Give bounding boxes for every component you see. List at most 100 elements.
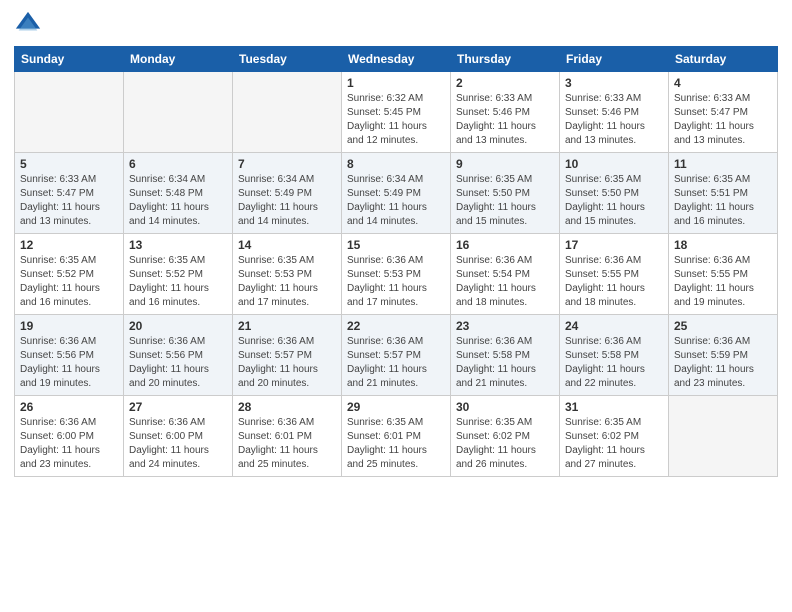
day-cell: 25 Sunrise: 6:36 AM Sunset: 5:59 PM Dayli…: [669, 315, 778, 396]
day-cell: 19 Sunrise: 6:36 AM Sunset: 5:56 PM Dayli…: [15, 315, 124, 396]
weekday-thursday: Thursday: [451, 47, 560, 72]
day-info: Sunrise: 6:36 AM Sunset: 5:59 PM Dayligh…: [674, 335, 772, 391]
day-cell: 24 Sunrise: 6:36 AM Sunset: 5:58 PM Dayli…: [560, 315, 669, 396]
day-cell: 10 Sunrise: 6:35 AM Sunset: 5:50 PM Dayli…: [560, 153, 669, 234]
day-cell: 9 Sunrise: 6:35 AM Sunset: 5:50 PM Daylig…: [451, 153, 560, 234]
day-number: 12: [20, 238, 118, 252]
day-info: Sunrise: 6:33 AM Sunset: 5:47 PM Dayligh…: [674, 92, 772, 148]
day-info: Sunrise: 6:32 AM Sunset: 5:45 PM Dayligh…: [347, 92, 445, 148]
day-cell: 4 Sunrise: 6:33 AM Sunset: 5:47 PM Daylig…: [669, 72, 778, 153]
day-info: Sunrise: 6:33 AM Sunset: 5:47 PM Dayligh…: [20, 173, 118, 229]
day-info: Sunrise: 6:36 AM Sunset: 6:00 PM Dayligh…: [20, 416, 118, 472]
day-cell: 12 Sunrise: 6:35 AM Sunset: 5:52 PM Dayli…: [15, 234, 124, 315]
day-cell: 2 Sunrise: 6:33 AM Sunset: 5:46 PM Daylig…: [451, 72, 560, 153]
week-row-1: 5 Sunrise: 6:33 AM Sunset: 5:47 PM Daylig…: [15, 153, 778, 234]
header: [14, 10, 778, 38]
day-info: Sunrise: 6:36 AM Sunset: 5:54 PM Dayligh…: [456, 254, 554, 310]
day-cell: 23 Sunrise: 6:36 AM Sunset: 5:58 PM Dayli…: [451, 315, 560, 396]
week-row-2: 12 Sunrise: 6:35 AM Sunset: 5:52 PM Dayli…: [15, 234, 778, 315]
day-cell: 16 Sunrise: 6:36 AM Sunset: 5:54 PM Dayli…: [451, 234, 560, 315]
day-number: 8: [347, 157, 445, 171]
day-info: Sunrise: 6:35 AM Sunset: 5:50 PM Dayligh…: [565, 173, 663, 229]
day-info: Sunrise: 6:36 AM Sunset: 6:01 PM Dayligh…: [238, 416, 336, 472]
day-cell: 14 Sunrise: 6:35 AM Sunset: 5:53 PM Dayli…: [233, 234, 342, 315]
day-info: Sunrise: 6:36 AM Sunset: 5:58 PM Dayligh…: [456, 335, 554, 391]
week-row-3: 19 Sunrise: 6:36 AM Sunset: 5:56 PM Dayli…: [15, 315, 778, 396]
page-container: SundayMondayTuesdayWednesdayThursdayFrid…: [0, 0, 792, 487]
day-info: Sunrise: 6:34 AM Sunset: 5:49 PM Dayligh…: [347, 173, 445, 229]
day-number: 28: [238, 400, 336, 414]
day-number: 17: [565, 238, 663, 252]
day-number: 19: [20, 319, 118, 333]
day-cell: [124, 72, 233, 153]
day-cell: [15, 72, 124, 153]
week-row-4: 26 Sunrise: 6:36 AM Sunset: 6:00 PM Dayli…: [15, 396, 778, 477]
day-cell: [233, 72, 342, 153]
day-cell: 6Sunrise: 6:34 AM Sunset: 5:48 PM Daylig…: [124, 153, 233, 234]
day-number: 5: [20, 157, 118, 171]
day-number: 2: [456, 76, 554, 90]
day-number: 9: [456, 157, 554, 171]
day-info: Sunrise: 6:35 AM Sunset: 5:51 PM Dayligh…: [674, 173, 772, 229]
day-info: Sunrise: 6:36 AM Sunset: 5:56 PM Dayligh…: [20, 335, 118, 391]
day-info: Sunrise: 6:35 AM Sunset: 5:53 PM Dayligh…: [238, 254, 336, 310]
day-cell: 30 Sunrise: 6:35 AM Sunset: 6:02 PM Dayli…: [451, 396, 560, 477]
day-info: Sunrise: 6:36 AM Sunset: 5:58 PM Dayligh…: [565, 335, 663, 391]
weekday-wednesday: Wednesday: [342, 47, 451, 72]
day-cell: 20Sunrise: 6:36 AM Sunset: 5:56 PM Dayli…: [124, 315, 233, 396]
day-number: 22: [347, 319, 445, 333]
day-number: 3: [565, 76, 663, 90]
day-number: 4: [674, 76, 772, 90]
day-number: 30: [456, 400, 554, 414]
day-number: 11: [674, 157, 772, 171]
day-number: 14: [238, 238, 336, 252]
day-cell: [669, 396, 778, 477]
day-number: 21: [238, 319, 336, 333]
day-number: 1: [347, 76, 445, 90]
day-cell: 3 Sunrise: 6:33 AM Sunset: 5:46 PM Daylig…: [560, 72, 669, 153]
weekday-monday: Monday: [124, 47, 233, 72]
day-cell: 8 Sunrise: 6:34 AM Sunset: 5:49 PM Daylig…: [342, 153, 451, 234]
weekday-sunday: Sunday: [15, 47, 124, 72]
day-info: Sunrise: 6:36 AM Sunset: 5:53 PM Dayligh…: [347, 254, 445, 310]
day-info: Sunrise: 6:36 AM Sunset: 5:57 PM Dayligh…: [238, 335, 336, 391]
day-info: Sunrise: 6:35 AM Sunset: 5:50 PM Dayligh…: [456, 173, 554, 229]
day-number: 31: [565, 400, 663, 414]
logo: [14, 10, 44, 38]
day-cell: 7 Sunrise: 6:34 AM Sunset: 5:49 PM Daylig…: [233, 153, 342, 234]
day-info: Sunrise: 6:35 AM Sunset: 5:52 PM Dayligh…: [20, 254, 118, 310]
day-info: Sunrise: 6:36 AM Sunset: 5:57 PM Dayligh…: [347, 335, 445, 391]
day-number: 13: [129, 238, 227, 252]
day-number: 27: [129, 400, 227, 414]
weekday-tuesday: Tuesday: [233, 47, 342, 72]
day-number: 18: [674, 238, 772, 252]
day-number: 20: [129, 319, 227, 333]
day-cell: 15Sunrise: 6:36 AM Sunset: 5:53 PM Dayli…: [342, 234, 451, 315]
day-number: 24: [565, 319, 663, 333]
day-info: Sunrise: 6:34 AM Sunset: 5:48 PM Dayligh…: [129, 173, 227, 229]
day-number: 29: [347, 400, 445, 414]
day-cell: 26 Sunrise: 6:36 AM Sunset: 6:00 PM Dayli…: [15, 396, 124, 477]
day-info: Sunrise: 6:33 AM Sunset: 5:46 PM Dayligh…: [565, 92, 663, 148]
day-number: 10: [565, 157, 663, 171]
day-cell: 22 Sunrise: 6:36 AM Sunset: 5:57 PM Dayli…: [342, 315, 451, 396]
logo-icon: [14, 10, 42, 38]
day-cell: 18Sunrise: 6:36 AM Sunset: 5:55 PM Dayli…: [669, 234, 778, 315]
day-number: 7: [238, 157, 336, 171]
day-number: 26: [20, 400, 118, 414]
day-cell: 11 Sunrise: 6:35 AM Sunset: 5:51 PM Dayli…: [669, 153, 778, 234]
day-info: Sunrise: 6:35 AM Sunset: 6:01 PM Dayligh…: [347, 416, 445, 472]
calendar-table: SundayMondayTuesdayWednesdayThursdayFrid…: [14, 46, 778, 477]
day-cell: 31Sunrise: 6:35 AM Sunset: 6:02 PM Dayli…: [560, 396, 669, 477]
day-info: Sunrise: 6:34 AM Sunset: 5:49 PM Dayligh…: [238, 173, 336, 229]
week-row-0: 1 Sunrise: 6:32 AM Sunset: 5:45 PM Daylig…: [15, 72, 778, 153]
day-info: Sunrise: 6:33 AM Sunset: 5:46 PM Dayligh…: [456, 92, 554, 148]
day-number: 25: [674, 319, 772, 333]
day-cell: 13Sunrise: 6:35 AM Sunset: 5:52 PM Dayli…: [124, 234, 233, 315]
weekday-header-row: SundayMondayTuesdayWednesdayThursdayFrid…: [15, 47, 778, 72]
day-number: 16: [456, 238, 554, 252]
day-cell: 29 Sunrise: 6:35 AM Sunset: 6:01 PM Dayli…: [342, 396, 451, 477]
day-number: 23: [456, 319, 554, 333]
day-cell: 1 Sunrise: 6:32 AM Sunset: 5:45 PM Daylig…: [342, 72, 451, 153]
day-info: Sunrise: 6:35 AM Sunset: 6:02 PM Dayligh…: [456, 416, 554, 472]
